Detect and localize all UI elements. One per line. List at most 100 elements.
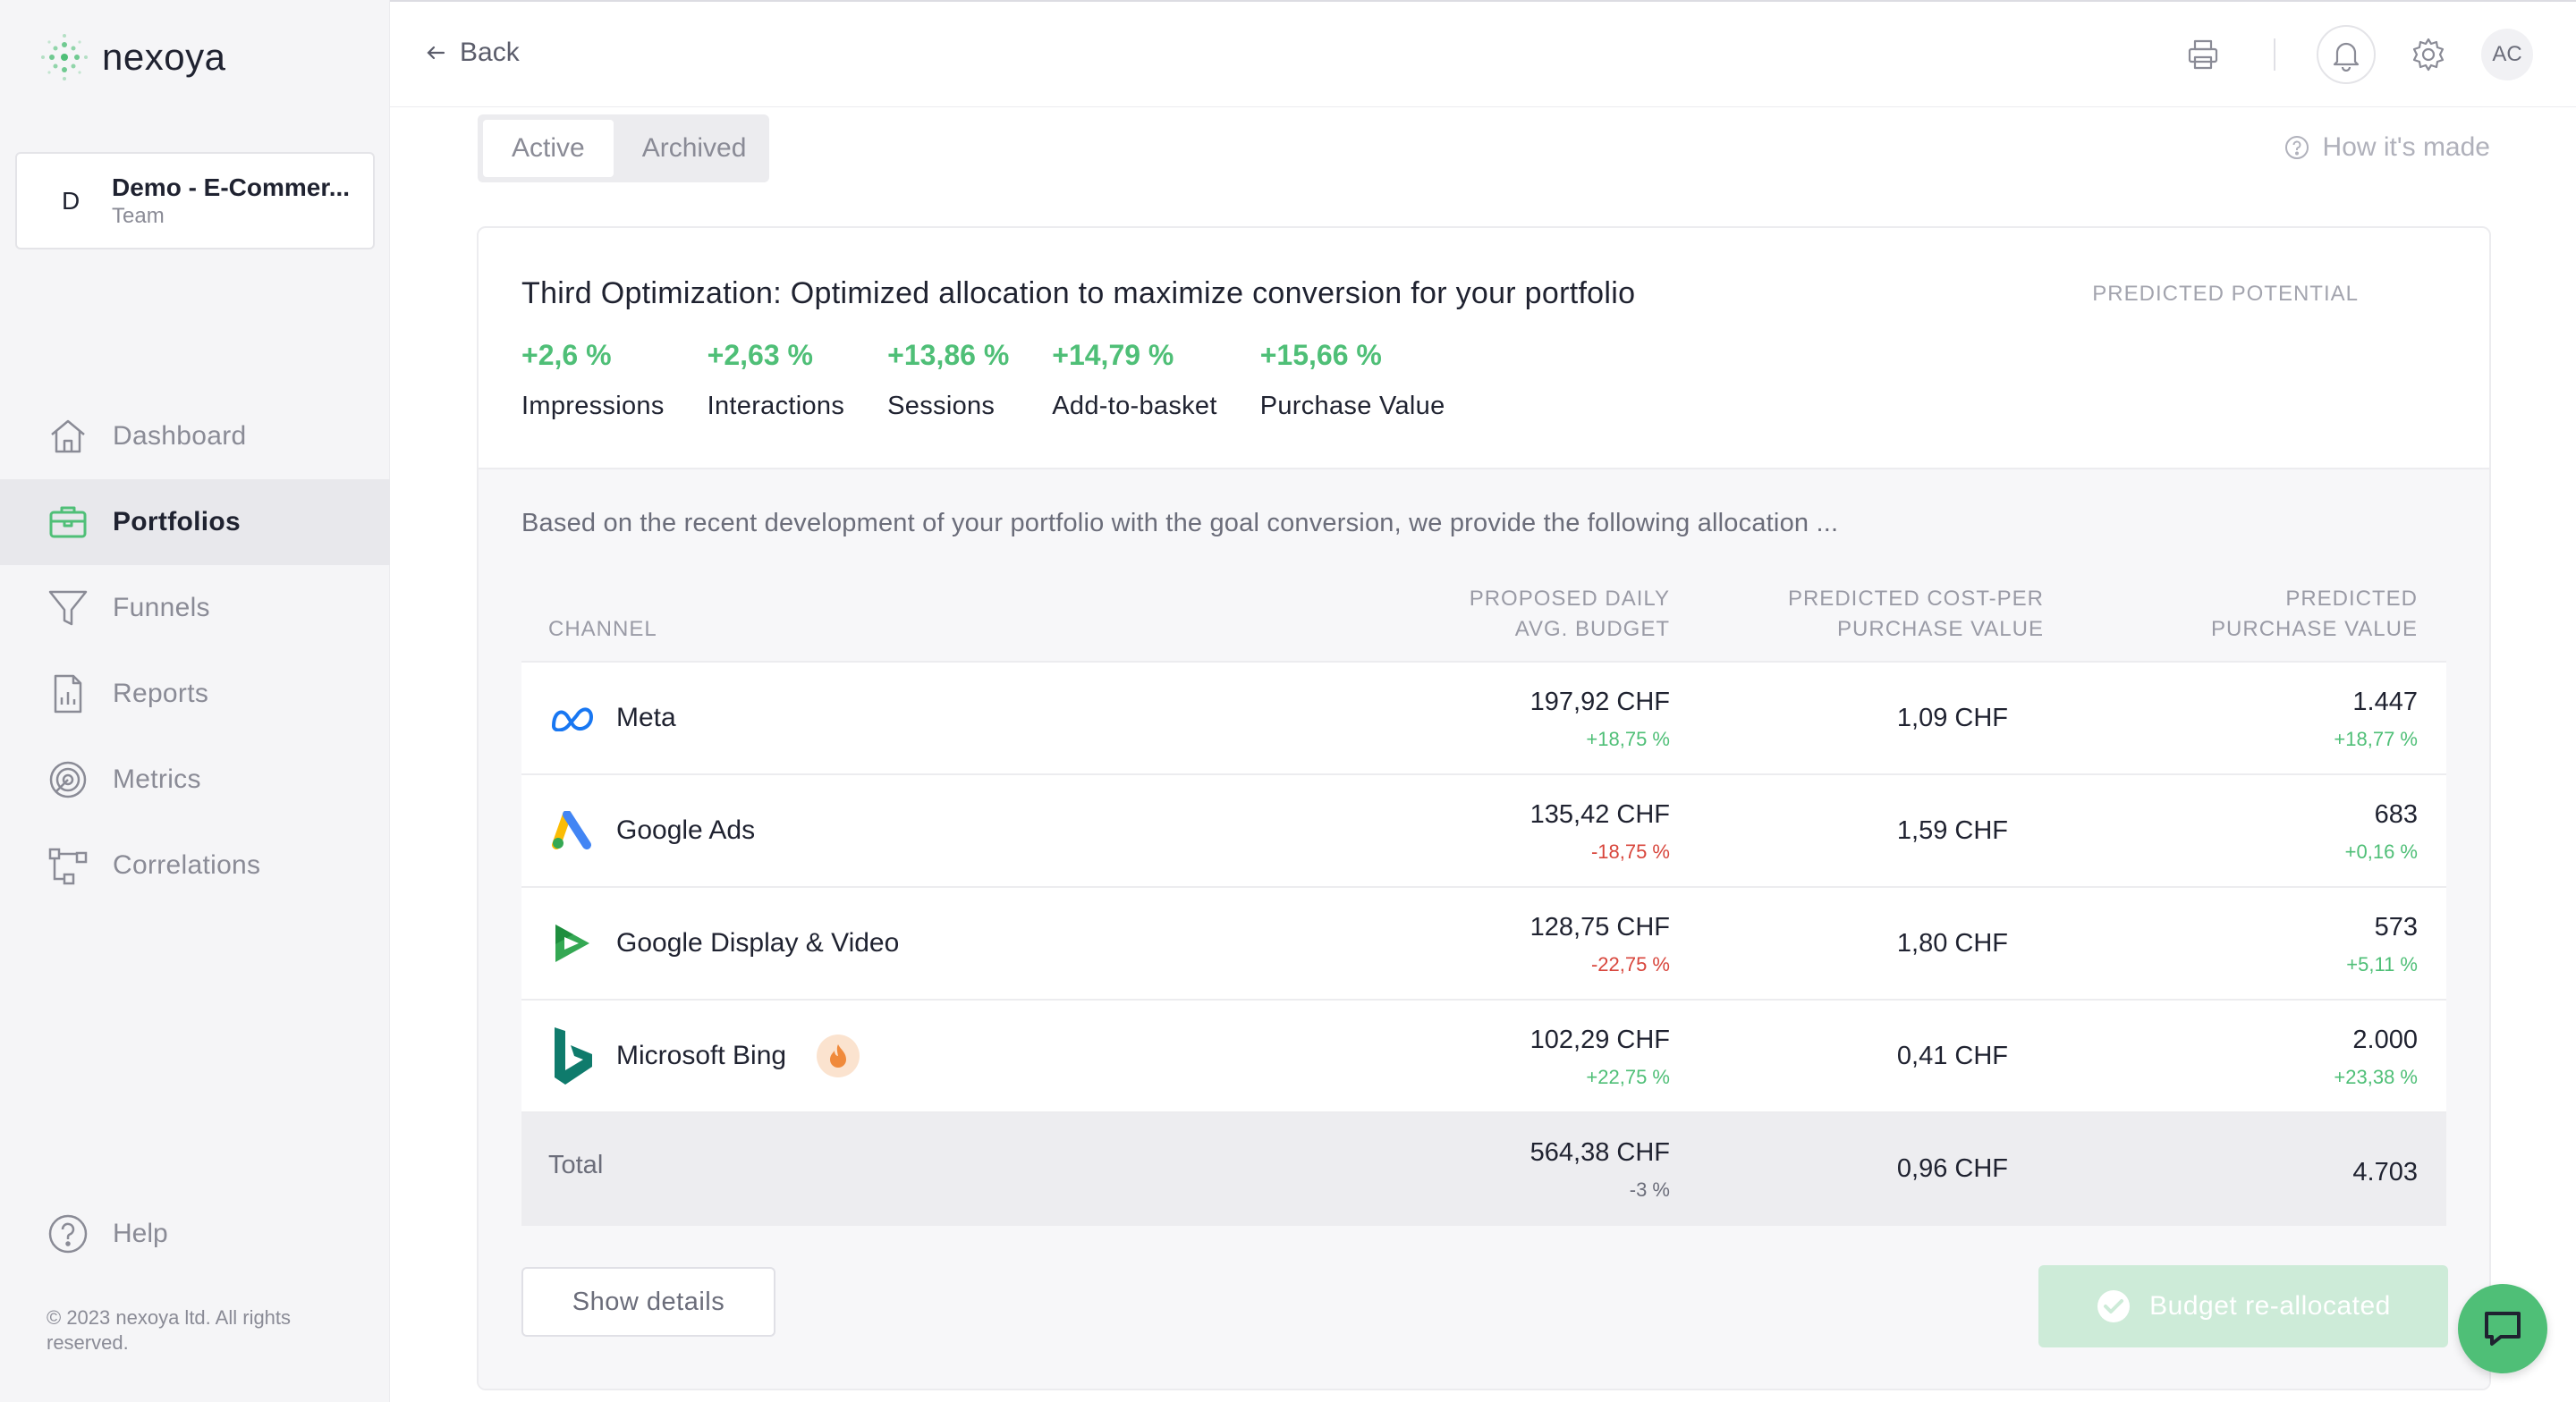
- cost-per-cell: 1,80 CHF: [1897, 929, 2008, 959]
- budget-delta: +22,75 %: [1586, 1066, 1670, 1088]
- table-total-row: Total 564,38 CHF -3 % 0,96 CHF 4.703: [521, 1113, 2446, 1226]
- channel-name: Meta: [616, 703, 676, 732]
- sidebar-item-label: Metrics: [113, 764, 201, 794]
- cost-per-cell: 0,41 CHF: [1897, 1042, 2008, 1071]
- bing-logo-icon: [548, 1027, 597, 1085]
- cost-per-value: 1,80 CHF: [1896, 929, 2008, 958]
- channel-cell: Google Display & Video: [548, 888, 899, 999]
- print-button[interactable]: [2174, 25, 2233, 84]
- table-row[interactable]: Google Ads 135,42 CHF -18,75 % 1,59 CHF …: [521, 775, 2446, 888]
- header-cost-per-line2: PURCHASE VALUE: [1837, 617, 2044, 641]
- flame-badge-icon[interactable]: [817, 1035, 860, 1077]
- metric-label: Purchase Value: [1259, 392, 1445, 420]
- back-label: Back: [460, 38, 520, 67]
- avatar[interactable]: AC: [2481, 29, 2533, 80]
- tab-archived[interactable]: Archived: [614, 120, 775, 177]
- cost-per-value: 1,09 CHF: [1896, 704, 2008, 732]
- budget-value: 135,42 CHF: [1530, 800, 1670, 829]
- copyright: © 2023 nexoya ltd. All rights reserved.: [47, 1306, 292, 1354]
- arrow-left-icon: [427, 46, 445, 60]
- total-label: Total: [548, 1151, 604, 1179]
- nexoya-logo-icon: [41, 34, 88, 80]
- channel-name: Microsoft Bing: [616, 1041, 787, 1070]
- settings-button[interactable]: [2399, 25, 2458, 84]
- header-purchase-value-line1: PREDICTED: [2285, 587, 2418, 611]
- metric-label: Sessions: [887, 392, 996, 420]
- budget-delta: -18,75 %: [1590, 840, 1670, 863]
- budget-cell: 564,38 CHF -3 %: [1530, 1138, 1670, 1202]
- purchase-value: 683: [2374, 800, 2418, 829]
- back-button[interactable]: Back: [424, 38, 520, 68]
- sidebar: nexoya D Demo - E-Commer... Team Dashboa…: [0, 0, 390, 1402]
- sidebar-item-label: Correlations: [113, 850, 261, 880]
- sidebar-item-funnels[interactable]: Funnels: [0, 565, 390, 651]
- workspace-switcher[interactable]: D Demo - E-Commer... Team: [15, 152, 375, 249]
- metric-label: Interactions: [707, 392, 845, 420]
- google-display-video-logo-icon: [548, 919, 597, 967]
- allocation-description: Based on the recent development of your …: [521, 509, 1839, 537]
- budget-value: 197,92 CHF: [1530, 688, 1670, 716]
- purchase-value-delta: +23,38 %: [2334, 1066, 2418, 1088]
- metric-value: +14,79 %: [1052, 339, 1174, 371]
- table-header: CHANNEL PROPOSED DAILY AVG. BUDGET PREDI…: [521, 584, 2446, 663]
- metric-value: +2,6 %: [521, 339, 612, 371]
- purchase-value-delta: +0,16 %: [2344, 840, 2418, 863]
- purchase-value-delta: +18,77 %: [2334, 728, 2418, 750]
- budget-value: 102,29 CHF: [1530, 1026, 1670, 1054]
- metric-purchase-value: +15,66 % Purchase Value: [1260, 339, 1445, 421]
- how-its-made-label: How it's made: [2322, 132, 2490, 162]
- sidebar-item-portfolios[interactable]: Portfolios: [0, 479, 390, 565]
- budget-reallocated-button[interactable]: Budget re-allocated: [2038, 1265, 2448, 1347]
- sidebar-nav: Dashboard Portfolios Funnels Reports Met…: [0, 393, 390, 908]
- header-budget: PROPOSED DAILY AVG. BUDGET: [1470, 584, 1670, 645]
- funnel-icon: [48, 590, 88, 626]
- metric-label: Impressions: [521, 392, 665, 420]
- metric-sessions: +13,86 % Sessions: [887, 339, 1009, 421]
- purchase-value-cell: 573 +5,11 %: [2346, 913, 2418, 976]
- purchase-value: 573: [2374, 913, 2418, 942]
- header-cost-per: PREDICTED COST-PER PURCHASE VALUE: [1788, 584, 2044, 645]
- purchase-value-cell: 683 +0,16 %: [2345, 800, 2418, 864]
- purchase-value-cell: 1.447 +18,77 %: [2334, 688, 2418, 751]
- budget-delta: -22,75 %: [1590, 953, 1670, 975]
- sidebar-item-correlations[interactable]: Correlations: [0, 823, 390, 908]
- top-bar: Back AC: [390, 0, 2576, 107]
- table-row[interactable]: Microsoft Bing 102,29 CHF +22,75 % 0,41 …: [521, 1001, 2446, 1113]
- how-its-made-link[interactable]: How it's made: [2284, 132, 2490, 163]
- report-icon: [54, 674, 82, 714]
- header-cost-per-line1: PREDICTED COST-PER: [1787, 587, 2044, 611]
- tab-active[interactable]: Active: [483, 120, 614, 177]
- help-label: Help: [113, 1219, 168, 1248]
- metric-list: +2,6 % Impressions +2,63 % Interactions …: [521, 339, 1488, 421]
- chat-icon: [2485, 1312, 2521, 1346]
- channel-name: Google Display & Video: [616, 928, 900, 958]
- network-icon: [48, 848, 88, 885]
- printer-icon: [2188, 39, 2218, 70]
- sidebar-item-label: Portfolios: [113, 507, 241, 536]
- help-icon: [48, 1214, 88, 1254]
- brand-logo[interactable]: nexoya: [39, 32, 225, 82]
- table-row[interactable]: Google Display & Video 128,75 CHF -22,75…: [521, 888, 2446, 1001]
- total-purchase-value: 4.703: [2352, 1158, 2418, 1187]
- gear-icon: [2412, 38, 2445, 72]
- help-link[interactable]: Help: [47, 1212, 168, 1255]
- metric-interactions: +2,63 % Interactions: [708, 339, 845, 421]
- header-divider: [2274, 38, 2275, 71]
- briefcase-icon: [49, 506, 87, 538]
- sidebar-item-dashboard[interactable]: Dashboard: [0, 393, 390, 479]
- channel-cell: Microsoft Bing: [548, 1001, 860, 1111]
- google-ads-logo-icon: [548, 807, 597, 855]
- notifications-button[interactable]: [2317, 25, 2376, 84]
- sidebar-item-metrics[interactable]: Metrics: [0, 737, 390, 823]
- help-circle-icon: [2284, 136, 2309, 159]
- cost-per-cell: 1,09 CHF: [1897, 704, 2008, 733]
- table-row[interactable]: Meta 197,92 CHF +18,75 % 1,09 CHF 1.447 …: [521, 663, 2446, 775]
- show-details-button[interactable]: Show details: [521, 1267, 775, 1337]
- workspace-type: Team: [112, 203, 165, 228]
- header-channel: CHANNEL: [548, 617, 657, 641]
- optimization-summary: Third Optimization: Optimized allocation…: [479, 228, 2489, 469]
- chat-button[interactable]: [2458, 1284, 2547, 1373]
- header-purchase-value: PREDICTED PURCHASE VALUE: [2211, 584, 2418, 645]
- sidebar-item-reports[interactable]: Reports: [0, 651, 390, 737]
- cost-per-cell: 0,96 CHF: [1897, 1154, 2008, 1184]
